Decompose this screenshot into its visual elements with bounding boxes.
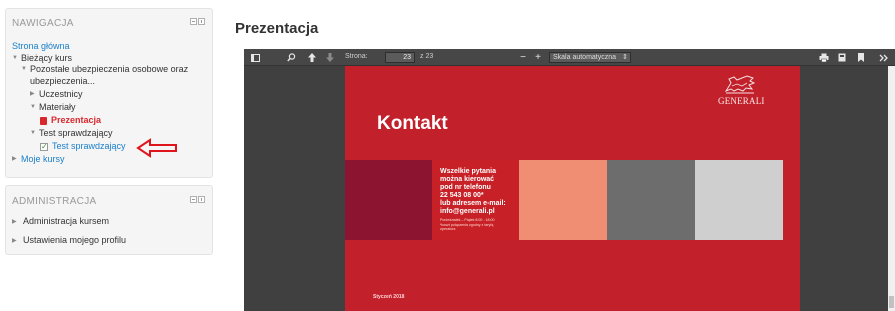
generali-logo: GENERALI — [718, 74, 765, 106]
nav-item-course[interactable]: ▼ Pozostałe ubezpieczenia osobowe oraz — [21, 64, 188, 75]
admin-item-label: Ustawienia mojego profilu — [23, 235, 127, 245]
triangle-right-icon: ▶ — [12, 237, 17, 244]
zoom-in-button[interactable]: + — [532, 49, 544, 66]
triangle-right-icon: ▶ — [12, 156, 17, 162]
download-icon[interactable] — [836, 49, 848, 66]
logo-text: GENERALI — [718, 96, 765, 106]
tools-icon[interactable] — [877, 49, 891, 66]
administration-block: ADMINISTRACJA ▶ Administracja kursem ▶ U… — [5, 185, 213, 255]
nav-item-label: Test sprawdzający — [52, 141, 126, 151]
lion-icon — [724, 75, 756, 94]
page-total: z 23 — [420, 53, 434, 60]
nav-item-course-continued[interactable]: ubezpieczenia... — [30, 76, 95, 87]
scrollbar-thumb[interactable] — [889, 296, 894, 308]
nav-item-current-course[interactable]: ▼ Bieżący kurs — [12, 53, 72, 64]
slide-title: Kontakt — [377, 113, 448, 134]
contact-line: lub adresem e-mail: — [440, 200, 506, 207]
zoom-out-button[interactable]: − — [517, 49, 529, 66]
nav-item-label: Strona główna — [12, 41, 70, 51]
page-number-input[interactable]: 23 — [385, 52, 415, 63]
scale-select-value: Skala automatyczna — [553, 54, 617, 61]
slide-date: Styczeń 2018 — [373, 294, 405, 300]
pdf-viewer: Strona: 23 z 23 − + Skala automatyczna ⇕ — [244, 49, 895, 311]
nav-item-participants[interactable]: ▶ Uczestnicy — [30, 89, 83, 100]
triangle-down-icon: ▼ — [12, 55, 18, 61]
nav-item-home[interactable]: Strona główna — [12, 41, 70, 52]
color-band — [695, 160, 783, 240]
contact-footnote: Poniedziałek – Piątek 8:00 - 18:00 *kosz… — [440, 218, 524, 232]
select-caret-icon: ⇕ — [622, 54, 628, 61]
nav-item-label: ubezpieczenia... — [30, 76, 96, 86]
admin-item-profile-settings[interactable]: ▶ Ustawienia mojego profilu — [12, 235, 126, 245]
nav-item-label: Materiały — [39, 102, 76, 112]
previous-page-icon[interactable] — [306, 49, 318, 66]
red-arrow-icon — [136, 138, 177, 158]
navigation-title: NAWIGACJA — [12, 18, 74, 29]
minus-icon[interactable] — [190, 196, 197, 203]
minus-icon[interactable] — [190, 18, 197, 25]
nav-item-label: Pozostałe ubezpieczenia osobowe oraz — [30, 64, 189, 74]
sidebar-toggle-icon[interactable] — [248, 49, 262, 66]
contact-text: Wszelkie pytania można kierować pod nr t… — [440, 168, 524, 216]
triangle-down-icon: ▼ — [30, 104, 36, 110]
nav-item-label: Test sprawdzający — [39, 128, 113, 138]
triangle-right-icon: ▶ — [12, 218, 17, 225]
quiz-icon — [40, 141, 48, 152]
pdf-page: GENERALI Kontakt Wszelkie pytania można … — [345, 66, 800, 311]
footnote-line: operatora — [440, 227, 456, 231]
page-title: Prezentacja — [235, 20, 319, 37]
contact-line: można kierować — [440, 176, 495, 183]
viewer-scrollbar[interactable] — [888, 66, 895, 311]
print-icon[interactable] — [818, 49, 830, 66]
nav-item-test[interactable]: Test sprawdzający — [40, 141, 126, 152]
admin-item-course-administration[interactable]: ▶ Administracja kursem — [12, 216, 109, 226]
contact-line: info@generali.pl — [440, 208, 495, 215]
nav-item-label: Uczestnicy — [39, 89, 83, 99]
nav-item-presentation[interactable]: Prezentacja — [40, 115, 101, 126]
nav-item-materials[interactable]: ▼ Materiały — [30, 102, 76, 113]
color-band — [345, 160, 432, 240]
color-band — [519, 160, 607, 240]
nav-item-label: Bieżący kurs — [21, 53, 73, 63]
administration-block-controls — [190, 196, 205, 203]
search-icon[interactable] — [284, 49, 298, 66]
navigation-block-controls — [190, 18, 205, 25]
triangle-down-icon: ▼ — [30, 130, 36, 136]
nav-item-label: Prezentacja — [51, 115, 102, 125]
nav-item-label: Moje kursy — [21, 154, 65, 164]
next-page-icon[interactable] — [324, 49, 336, 66]
admin-item-label: Administracja kursem — [23, 216, 110, 226]
triangle-down-icon: ▼ — [21, 66, 27, 72]
nav-item-test-section[interactable]: ▼ Test sprawdzający — [30, 128, 113, 139]
pdf-file-icon — [40, 116, 47, 125]
scale-select[interactable]: Skala automatyczna ⇕ — [549, 52, 631, 63]
pdf-toolbar: Strona: 23 z 23 − + Skala automatyczna ⇕ — [244, 49, 895, 66]
contact-line: pod nr telefonu — [440, 184, 491, 191]
dock-icon[interactable] — [198, 18, 205, 25]
navigation-block: NAWIGACJA Strona główna ▼ Bieżący kurs ▼… — [5, 8, 213, 178]
administration-title: ADMINISTRACJA — [12, 196, 97, 207]
nav-item-my-courses[interactable]: ▶ Moje kursy — [12, 154, 65, 165]
page-label: Strona: — [345, 53, 368, 60]
dock-icon[interactable] — [198, 196, 205, 203]
contact-line: 22 543 08 00* — [440, 192, 484, 199]
bookmark-icon[interactable] — [855, 49, 867, 66]
color-band — [607, 160, 695, 240]
triangle-right-icon: ▶ — [30, 91, 35, 97]
contact-line: Wszelkie pytania — [440, 168, 497, 175]
